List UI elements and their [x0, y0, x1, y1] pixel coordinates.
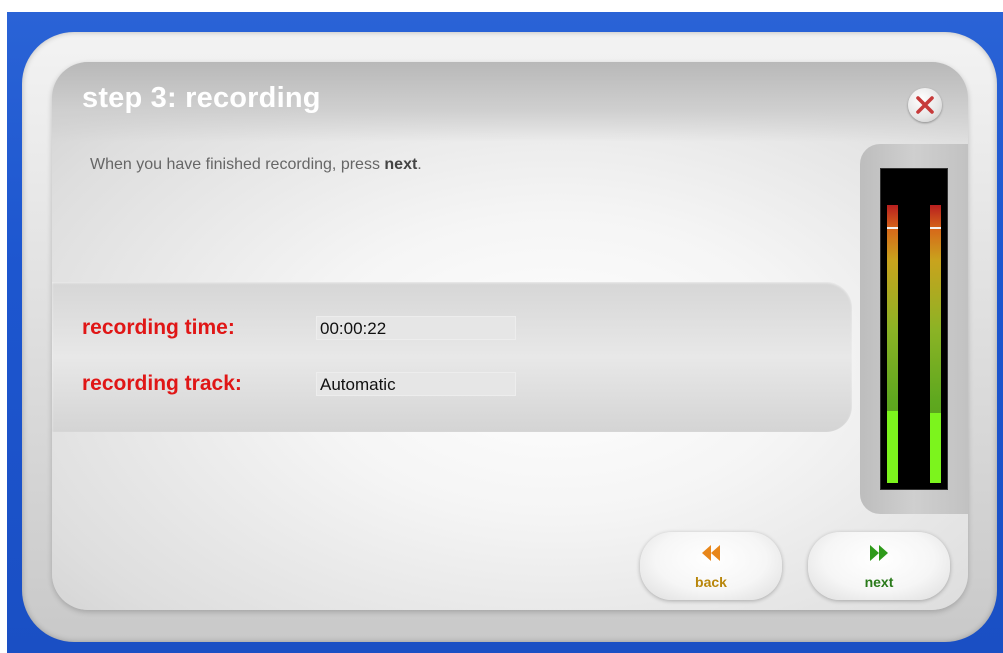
instruction-prefix: When you have finished recording, press	[90, 156, 385, 173]
next-button[interactable]: next	[808, 532, 950, 600]
instruction-emphasis: next	[384, 156, 418, 173]
recording-info-panel: recording time: 00:00:22 recording track…	[52, 282, 852, 432]
level-meter-housing	[860, 144, 968, 514]
instruction-suffix: .	[417, 156, 422, 173]
left-channel-peak-marker	[887, 227, 898, 229]
next-button-label: next	[864, 574, 894, 590]
recording-time-label: recording time:	[82, 316, 235, 339]
close-button[interactable]	[908, 88, 942, 122]
recording-track-value: Automatic	[316, 372, 516, 396]
level-meter	[880, 168, 948, 490]
right-channel-meter	[930, 205, 941, 483]
back-button[interactable]: back	[640, 532, 782, 600]
recording-time-value: 00:00:22	[316, 316, 516, 340]
dialog-title: step 3: recording	[82, 82, 321, 114]
recording-dialog: step 3: recording When you have finished…	[52, 62, 968, 610]
back-button-label: back	[695, 574, 727, 590]
recording-track-label: recording track:	[82, 372, 242, 395]
right-channel-peak-marker	[930, 227, 941, 229]
instruction-text: When you have finished recording, press …	[90, 156, 422, 174]
right-channel-level	[930, 413, 941, 483]
left-channel-meter	[887, 205, 898, 483]
rewind-icon	[702, 545, 720, 561]
close-icon	[916, 96, 934, 114]
left-channel-level	[887, 411, 898, 483]
fast-forward-icon	[870, 545, 888, 561]
